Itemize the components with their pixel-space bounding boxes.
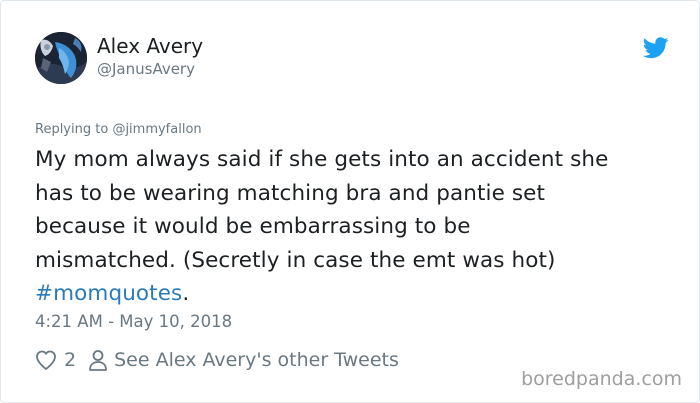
tweet-text-line: has to be wearing matching bra and panti… bbox=[35, 180, 546, 206]
avatar-image bbox=[35, 32, 87, 84]
tweet-text-line: mismatched. (Secretly in case the emt wa… bbox=[35, 247, 556, 273]
tweet-text-line-last: #momquotes. bbox=[35, 277, 685, 311]
other-tweets-link[interactable]: See Alex Avery's other Tweets bbox=[88, 349, 399, 371]
author-handle[interactable]: @JanusAvery bbox=[97, 60, 195, 78]
person-icon bbox=[89, 350, 107, 371]
tweet-timestamp[interactable]: 4:21 AM - May 10, 2018 bbox=[35, 312, 232, 331]
author-name[interactable]: Alex Avery bbox=[97, 34, 203, 58]
other-tweets-label: See Alex Avery's other Tweets bbox=[114, 349, 399, 371]
watermark: boredpanda.com bbox=[521, 368, 682, 390]
reply-to-handle[interactable]: @jimmyfallon bbox=[112, 122, 201, 137]
tweet-text-line: My mom always said if she gets into an a… bbox=[35, 147, 609, 172]
avatar[interactable] bbox=[35, 32, 87, 84]
like-count: 2 bbox=[64, 349, 77, 371]
like-button[interactable]: 2 bbox=[34, 348, 88, 372]
reply-prefix: Replying to bbox=[35, 122, 109, 137]
hashtag-suffix: . bbox=[182, 281, 190, 307]
tweet-text-line: because it would be embarrassing to be bbox=[35, 214, 471, 240]
twitter-bird-icon[interactable] bbox=[642, 37, 669, 59]
hashtag-link[interactable]: #momquotes bbox=[35, 281, 182, 306]
reply-context: Replying to @jimmyfallon bbox=[35, 122, 202, 137]
tweet-text: My mom always said if she gets into an a… bbox=[35, 143, 685, 311]
tweet-actions: 2 See Alex Avery's other Tweets bbox=[34, 345, 399, 375]
heart-icon bbox=[36, 350, 56, 370]
tweet-card: Alex Avery @JanusAvery Replying to @jimm… bbox=[0, 0, 700, 403]
